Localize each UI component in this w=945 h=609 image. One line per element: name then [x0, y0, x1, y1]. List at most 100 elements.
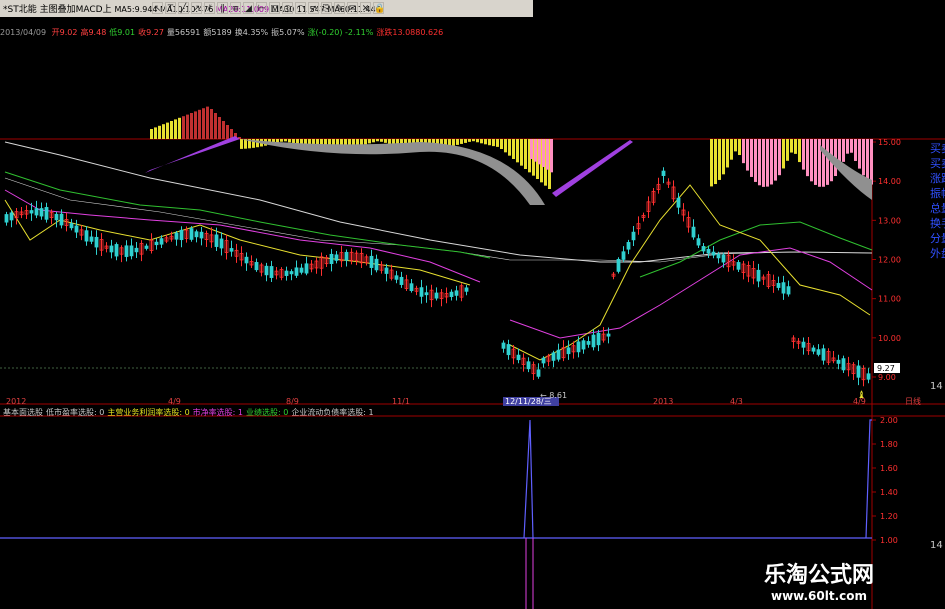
indicator-item-4: 业绩选股: 0 [245, 408, 289, 417]
macd-bar [472, 139, 475, 142]
macd-bar [850, 139, 853, 153]
candle-a-body [114, 244, 119, 257]
macd-bar [534, 139, 537, 162]
candle-b-body [506, 344, 511, 356]
candlestick-chart[interactable]: 15.00 14.00 13.00 12.00 11.00 10.00 9.009.27 买卖… [0, 0, 945, 609]
indicator-legend: 基本面选股 低市盈率选股: 0 主营业务利润率选股: 0 市净率选股: 1 业绩选股: … [3, 407, 380, 418]
macd-bar [380, 139, 383, 142]
macd-bar [524, 139, 527, 169]
macd-bar [710, 139, 713, 187]
current-price-value: 9.27 [877, 364, 895, 373]
watermark: 乐淘公式网 www.60lt.com [764, 557, 874, 603]
lower-axis-label: 1.20 [880, 512, 898, 521]
macd-bar [546, 139, 549, 170]
macd-bar [154, 127, 157, 139]
macd-bar [734, 139, 737, 152]
candle-a-body [109, 245, 114, 253]
macd-bar [480, 139, 483, 144]
candle-b-body [556, 349, 561, 360]
macd-bar [288, 139, 291, 143]
ma60-line [4, 141, 873, 263]
macd-bar [530, 139, 533, 159]
candle-a-body [144, 245, 149, 249]
macd-bar [484, 139, 487, 145]
macd-bar [802, 139, 805, 170]
candle-d-body [856, 365, 861, 378]
macd-bar [806, 139, 809, 177]
candle-a-body [179, 229, 184, 241]
lower-axis-label: 1.60 [880, 464, 898, 473]
macd-bar [496, 139, 499, 147]
lower-axis-label: 1.80 [880, 440, 898, 449]
macd-bar [256, 139, 259, 148]
date-label: 8/9 [286, 397, 299, 406]
candle-a-body [384, 267, 389, 274]
macd-bar [826, 139, 829, 185]
candle-a-body [264, 265, 269, 276]
candle-a-body [174, 232, 179, 240]
candle-b-body [576, 341, 581, 353]
candle-a-body [39, 208, 44, 217]
price-axis-label: 14.00 [878, 177, 901, 186]
candle-d-body [676, 197, 681, 208]
right-label-6: 分量 [930, 232, 945, 245]
candle-a-body [134, 247, 139, 253]
right-label-1: 买卖 [930, 157, 945, 170]
candle-d-body [841, 358, 846, 371]
candle-a-body [454, 290, 459, 296]
candle-a-body [84, 230, 89, 242]
candle-d-body [801, 341, 806, 348]
date-label: 日线 [905, 396, 921, 406]
macd-bar [170, 121, 173, 139]
indicator-item-0: 基本面选股 [3, 408, 43, 417]
macd-bar [786, 139, 789, 161]
candle-a-body [434, 292, 439, 299]
macd-bar [842, 139, 845, 162]
macd-bar [730, 139, 733, 160]
candle-a-body [334, 254, 339, 261]
candle-a-body [69, 223, 74, 229]
right-label-5: 换手 [930, 216, 945, 230]
macd-bar [488, 139, 491, 146]
signal-spike-1 [523, 419, 534, 539]
macd-bar [218, 117, 221, 139]
candle-c-body [621, 251, 626, 260]
candle-a-body [9, 212, 14, 221]
macd-bar [774, 139, 777, 181]
right-label-4: 总量 [930, 201, 945, 215]
candle-a-body [294, 267, 299, 276]
macd-bar [722, 139, 725, 175]
candle-a-body [329, 253, 334, 264]
candle-a-body [269, 266, 274, 278]
price-axis-label: 12.00 [878, 256, 901, 265]
macd-bar [798, 139, 801, 163]
price-axis-label: 13.00 [878, 216, 901, 225]
macd-bar [464, 139, 467, 143]
macd-bar [512, 139, 515, 159]
macd-bar [862, 139, 865, 176]
candle-a-body [29, 210, 34, 214]
candle-a-body [284, 270, 289, 276]
macd-bar [368, 139, 371, 144]
candle-a-body [44, 207, 49, 220]
ma20-line [4, 171, 491, 259]
candle-a-body [219, 238, 224, 249]
indicator-item-1: 低市盈率选股: 0 [46, 408, 105, 417]
candle-b-body [551, 352, 556, 361]
ma5-line [4, 199, 471, 286]
macd-bar [810, 139, 813, 182]
candle-d-body [756, 269, 761, 282]
right-label-2: 涨跌 [930, 171, 945, 185]
candle-a-body [299, 267, 304, 273]
price-axis-label: 11.00 [878, 295, 901, 304]
right-label-7: 外盘 [930, 246, 945, 260]
candle-c-body [626, 242, 631, 250]
macd-bar [726, 139, 729, 168]
candle-d-body [716, 253, 721, 259]
macd-bar [190, 113, 193, 139]
candle-a-body [89, 236, 94, 242]
candle-a-body [59, 213, 64, 226]
candle-a-body [54, 213, 59, 221]
candle-a-body [254, 262, 259, 271]
price-axis-label: 15.00 [878, 138, 901, 147]
